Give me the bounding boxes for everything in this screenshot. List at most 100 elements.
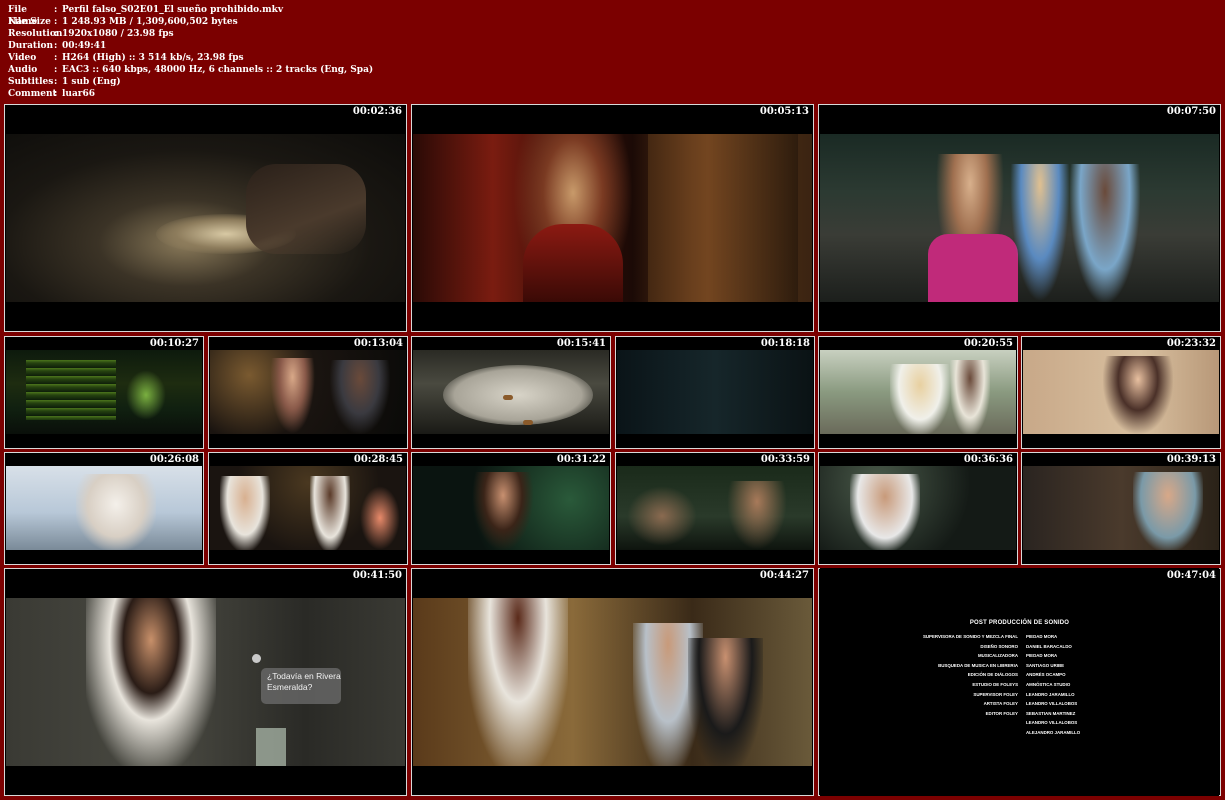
timestamp: 00:39:13 bbox=[1166, 454, 1216, 465]
credit-role bbox=[820, 718, 1026, 728]
thumbnail-17: 00:44:27 bbox=[411, 568, 814, 796]
thumbnail-6: 00:15:41 bbox=[411, 336, 611, 449]
credit-name: ALEJANDRO JARAMILLO bbox=[1026, 729, 1081, 735]
thumbnail-5: 00:13:04 bbox=[208, 336, 408, 449]
info-row-file-size: File Size:1 248.93 MB / 1,309,600,502 by… bbox=[8, 16, 373, 28]
credit-role: ESTUDIO DE FOLEYS bbox=[972, 681, 1018, 687]
info-sep: : bbox=[54, 89, 58, 99]
thumbnail-15: 00:39:13 bbox=[1021, 452, 1221, 565]
info-value: Perfil falso_S02E01_El sueño prohibido.m… bbox=[62, 5, 284, 15]
credit-name: LEANDRO VILLALOBOS bbox=[1026, 701, 1078, 707]
credit-line: EDICIÓN DE DIÁLOGOS ANDRÉS OCAMPO bbox=[820, 670, 1219, 680]
info-value: luar66 bbox=[62, 89, 96, 99]
credit-name: LEANDRO VILLALOBOS bbox=[1026, 720, 1078, 726]
credit-role: EDITOR FOLEY bbox=[985, 710, 1018, 716]
info-sep: : bbox=[54, 77, 58, 87]
thumbnail-13: 00:33:59 bbox=[615, 452, 815, 565]
info-value: EAC3 :: 640 kbps, 48000 Hz, 6 channels :… bbox=[62, 65, 374, 75]
credit-role: SUPERVISOR FOLEY bbox=[973, 691, 1018, 697]
credit-name: SANTIAGO URIBE bbox=[1026, 662, 1065, 668]
credits-title: POST PRODUCCIÓN DE SONIDO bbox=[969, 620, 1070, 626]
credit-line: ALEJANDRO JARAMILLO bbox=[820, 728, 1219, 738]
credit-role: MUSICALIZADORA bbox=[977, 653, 1018, 659]
credit-line: ARTISTA FOLEY LEANDRO VILLALOBOS bbox=[820, 699, 1219, 709]
credit-line: ESTUDIO DE FOLEYS AMNÓSTICA STUDIO bbox=[820, 680, 1219, 690]
thumbnail-16: ¿Todavía en Rivera Esmeralda? 00:41:50 bbox=[4, 568, 407, 796]
info-key: Video bbox=[8, 53, 37, 63]
timestamp: 00:02:36 bbox=[352, 106, 402, 117]
info-sep: : bbox=[54, 41, 58, 51]
credit-name: LEANDRO JARAMILLO bbox=[1026, 691, 1075, 697]
credit-role: BUSQUEDA DE MUSICA EN LIBRERIA bbox=[938, 662, 1018, 668]
info-row-comment: Comment: luar66 bbox=[8, 88, 373, 100]
timestamp: 00:41:50 bbox=[352, 570, 402, 581]
credit-line: LEANDRO VILLALOBOS bbox=[820, 718, 1219, 728]
credit-role: ARTISTA FOLEY bbox=[983, 701, 1018, 707]
thumbnail-9: 00:23:32 bbox=[1021, 336, 1221, 449]
timestamp: 00:44:27 bbox=[759, 570, 809, 581]
credit-line: SUPERVISOR FOLEY LEANDRO JARAMILLO bbox=[820, 690, 1219, 700]
credit-role: EDICIÓN DE DIÁLOGOS bbox=[967, 672, 1018, 678]
credit-line: SUPERVISORA DE SONIDO Y MEZCLA FINAL PIED… bbox=[820, 632, 1219, 642]
timestamp: 00:07:50 bbox=[1166, 106, 1216, 117]
subtitle-line-1: ¿Todavía en Rivera bbox=[267, 671, 341, 681]
thumbnail-12: 00:31:22 bbox=[411, 452, 611, 565]
info-value: H264 (High) :: 3 514 kb/s, 23.98 fps bbox=[62, 53, 244, 63]
credit-role: SUPERVISORA DE SONIDO Y MEZCLA FINAL bbox=[922, 634, 1018, 639]
timestamp: 00:31:22 bbox=[556, 454, 606, 465]
info-row-duration: Duration:00:49:41 bbox=[8, 40, 373, 52]
info-row-resolution: Resolution:1920x1080 / 23.98 fps bbox=[8, 28, 373, 40]
thumbnail-3: 00:07:50 bbox=[818, 104, 1221, 332]
timestamp: 00:26:08 bbox=[149, 454, 199, 465]
thumbnail-4: 00:10:27 bbox=[4, 336, 204, 449]
info-row-video: Video: H264 (High) :: 3 514 kb/s, 23.98 f… bbox=[8, 52, 373, 64]
timestamp: 00:18:18 bbox=[760, 338, 810, 349]
credit-line: BUSQUEDA DE MUSICA EN LIBRERIA SANTIAGO U… bbox=[820, 661, 1219, 671]
end-credits: POST PRODUCCIÓN DE SONIDO SUPERVISORA DE… bbox=[820, 620, 1219, 738]
thumbnail-7: 00:18:18 bbox=[615, 336, 815, 449]
thumbnail-14: 00:36:36 bbox=[818, 452, 1018, 565]
info-sep: : bbox=[54, 29, 58, 39]
info-sep: : bbox=[54, 65, 58, 75]
info-row-subtitles: Subtitles:1 sub (Eng) bbox=[8, 76, 373, 88]
thumbnail-8: 00:20:55 bbox=[818, 336, 1018, 449]
info-sep: : bbox=[54, 17, 58, 27]
thumbnail-11: 00:28:45 bbox=[208, 452, 408, 565]
credit-name: PIEDAD MORA bbox=[1026, 653, 1058, 659]
credit-name: DANIEL BARACALDO bbox=[1026, 643, 1072, 649]
info-key: Duration bbox=[8, 41, 54, 51]
credit-role bbox=[820, 728, 1026, 738]
info-key: Resolution bbox=[8, 29, 63, 39]
thumbnail-10: 00:26:08 bbox=[4, 452, 204, 565]
credit-name: PIEDAD MORA bbox=[1026, 634, 1058, 639]
info-key: Comment bbox=[8, 89, 57, 99]
timestamp: 00:05:13 bbox=[759, 106, 809, 117]
info-row-file-name: File Name: Perfil falso_S02E01_El sueño p… bbox=[8, 4, 373, 27]
thumbnail-1: 00:02:36 bbox=[4, 104, 407, 332]
info-key: File Size bbox=[8, 17, 51, 27]
subtitle-line-2: Esmeralda? bbox=[267, 682, 313, 692]
info-key: Subtitles bbox=[8, 77, 54, 87]
timestamp: 00:28:45 bbox=[353, 454, 403, 465]
timestamp: 00:10:27 bbox=[149, 338, 199, 349]
credit-name: AMNÓSTICA STUDIO bbox=[1026, 681, 1071, 687]
timestamp: 00:47:04 bbox=[1166, 570, 1216, 581]
info-sep: : bbox=[54, 5, 58, 15]
credit-role: DISEÑO SONORO bbox=[980, 643, 1018, 649]
info-sep: : bbox=[54, 53, 58, 63]
subtitle-bubble: ¿Todavía en Rivera Esmeralda? bbox=[261, 668, 341, 704]
timestamp: 00:13:04 bbox=[353, 338, 403, 349]
credit-name: ANDRÉS OCAMPO bbox=[1026, 672, 1066, 678]
credit-line: MUSICALIZADORA PIEDAD MORA bbox=[820, 651, 1219, 661]
timestamp: 00:33:59 bbox=[760, 454, 810, 465]
thumbnail-18: POST PRODUCCIÓN DE SONIDO SUPERVISORA DE… bbox=[818, 568, 1221, 796]
timestamp: 00:15:41 bbox=[556, 338, 606, 349]
info-row-audio: Audio: EAC3 :: 640 kbps, 48000 Hz, 6 chan… bbox=[8, 64, 373, 76]
info-key: File Name bbox=[8, 5, 38, 27]
thumbnail-2: 00:05:13 bbox=[411, 104, 814, 332]
credit-line: DISEÑO SONORO DANIEL BARACALDO bbox=[820, 642, 1219, 652]
timestamp: 00:23:32 bbox=[1166, 338, 1216, 349]
credit-line: EDITOR FOLEY SEBASTIAN MARTINEZ bbox=[820, 709, 1219, 719]
info-value: 1 248.93 MB / 1,309,600,502 bytes bbox=[62, 17, 238, 27]
info-key: Audio bbox=[8, 65, 38, 75]
